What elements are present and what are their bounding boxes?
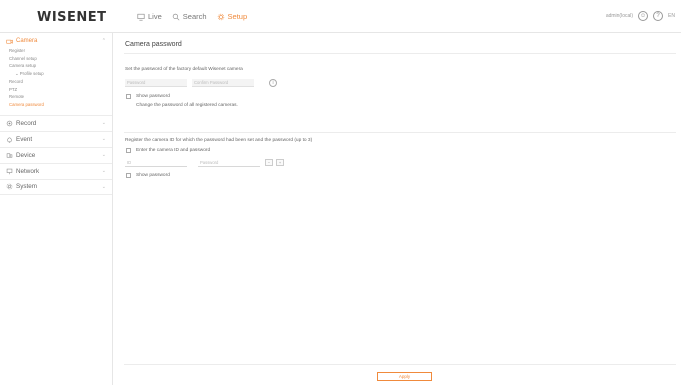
enter-id-password-label: Enter the camera ID and password bbox=[136, 148, 211, 153]
sidebar-item-remote[interactable]: Remote bbox=[0, 93, 112, 101]
show-password-2-label: Show password bbox=[136, 173, 170, 178]
sidebar-group-device[interactable]: Device ⌄ bbox=[0, 146, 112, 163]
sidebar-group-device-label: Device bbox=[16, 151, 36, 159]
help-icon[interactable]: ? bbox=[653, 11, 664, 21]
network-icon bbox=[6, 168, 13, 174]
enter-id-password-checkbox[interactable] bbox=[126, 148, 131, 153]
nav-search-label: Search bbox=[182, 12, 207, 21]
wisenet-logo: WISENET bbox=[37, 10, 107, 25]
sidebar-item-register[interactable]: Register bbox=[0, 47, 112, 55]
device-icon bbox=[6, 153, 13, 158]
sidebar-item-channel-setup[interactable]: Channel setup bbox=[0, 55, 112, 63]
chevron-down-icon: ⌄ bbox=[101, 183, 106, 190]
footer-divider bbox=[124, 364, 676, 365]
sidebar-group-camera-label: Camera bbox=[16, 38, 38, 44]
sidebar-group-record[interactable]: Record ⌄ bbox=[0, 114, 112, 131]
sidebar-item-ptz[interactable]: PTZ bbox=[0, 86, 112, 94]
sidebar: Camera ⌃ Register Channel setup Camera s… bbox=[0, 33, 113, 385]
change-all-passwords-label: Change the password of all registered ca… bbox=[136, 103, 238, 108]
camera-icon bbox=[6, 39, 13, 44]
chevron-down-icon: ⌄ bbox=[101, 168, 106, 175]
chevron-down-icon: ⌄ bbox=[101, 136, 106, 143]
camera-menu-group: Camera ⌃ Register Channel setup Camera s… bbox=[0, 33, 112, 115]
bell-icon bbox=[7, 137, 12, 143]
nav-setup[interactable]: Setup bbox=[217, 12, 248, 21]
main-content: Camera password Set the password of the … bbox=[114, 33, 681, 385]
top-nav: Live Search Setup bbox=[137, 12, 247, 21]
nav-setup-label: Setup bbox=[227, 12, 248, 21]
sidebar-group-system-label: System bbox=[16, 183, 37, 191]
chevron-up-icon: ⌃ bbox=[101, 38, 106, 44]
sidebar-group-camera[interactable]: Camera ⌃ bbox=[6, 35, 106, 47]
section-divider bbox=[124, 132, 676, 133]
sidebar-group-record-label: Record bbox=[16, 119, 37, 127]
system-icon bbox=[6, 183, 13, 190]
camera-id-field[interactable]: ID bbox=[125, 159, 187, 167]
factory-password-instruction: Set the password of the factory default … bbox=[125, 67, 243, 72]
password-field[interactable]: Password bbox=[125, 79, 187, 87]
add-row-button[interactable]: + bbox=[276, 159, 284, 166]
confirm-password-field[interactable]: Confirm Password bbox=[192, 79, 254, 87]
profile-setup-label: Profile setup bbox=[19, 71, 44, 77]
show-password-label: Show password bbox=[136, 94, 170, 99]
language-label[interactable]: EN bbox=[668, 13, 675, 19]
search-icon bbox=[172, 13, 180, 20]
top-header: WISENET Live Search Setup admin(local) ☺… bbox=[0, 0, 681, 33]
camera-password-field[interactable]: Password bbox=[198, 159, 260, 167]
sidebar-item-camera-password[interactable]: Camera password bbox=[0, 101, 112, 109]
sidebar-group-network[interactable]: Network ⌄ bbox=[0, 162, 112, 179]
register-camera-instruction: Register the camera ID for which the pas… bbox=[125, 138, 313, 143]
sidebar-item-profile-setup[interactable]: ⌄ Profile setup bbox=[0, 70, 112, 78]
chevron-down-icon: ⌄ bbox=[101, 152, 106, 159]
record-icon bbox=[6, 120, 13, 126]
sidebar-item-record[interactable]: Record bbox=[0, 78, 112, 86]
sidebar-group-network-label: Network bbox=[16, 167, 40, 175]
show-password-checkbox[interactable] bbox=[126, 94, 131, 99]
title-divider bbox=[124, 53, 676, 54]
remove-row-button[interactable]: − bbox=[265, 159, 273, 166]
apply-button[interactable]: Apply bbox=[377, 372, 432, 381]
gear-icon bbox=[217, 13, 224, 20]
user-label[interactable]: admin(local) bbox=[606, 13, 633, 19]
user-icon[interactable]: ☺ bbox=[638, 11, 649, 21]
page-title: Camera password bbox=[125, 41, 182, 48]
sidebar-group-system[interactable]: System ⌄ bbox=[0, 178, 112, 195]
nav-live-label: Live bbox=[148, 12, 162, 21]
show-password-2-checkbox[interactable] bbox=[126, 173, 131, 178]
chevron-down-icon: ⌄ bbox=[101, 120, 106, 127]
info-icon[interactable]: i bbox=[269, 79, 277, 87]
nav-live[interactable]: Live bbox=[137, 12, 162, 21]
top-right-tools: admin(local) ☺ ? EN bbox=[606, 11, 675, 21]
nav-search[interactable]: Search bbox=[172, 12, 207, 21]
sidebar-group-event-label: Event bbox=[16, 135, 33, 143]
monitor-icon bbox=[137, 13, 145, 21]
sidebar-item-camera-setup[interactable]: Camera setup bbox=[0, 62, 112, 70]
sidebar-group-event[interactable]: Event ⌄ bbox=[0, 130, 112, 147]
